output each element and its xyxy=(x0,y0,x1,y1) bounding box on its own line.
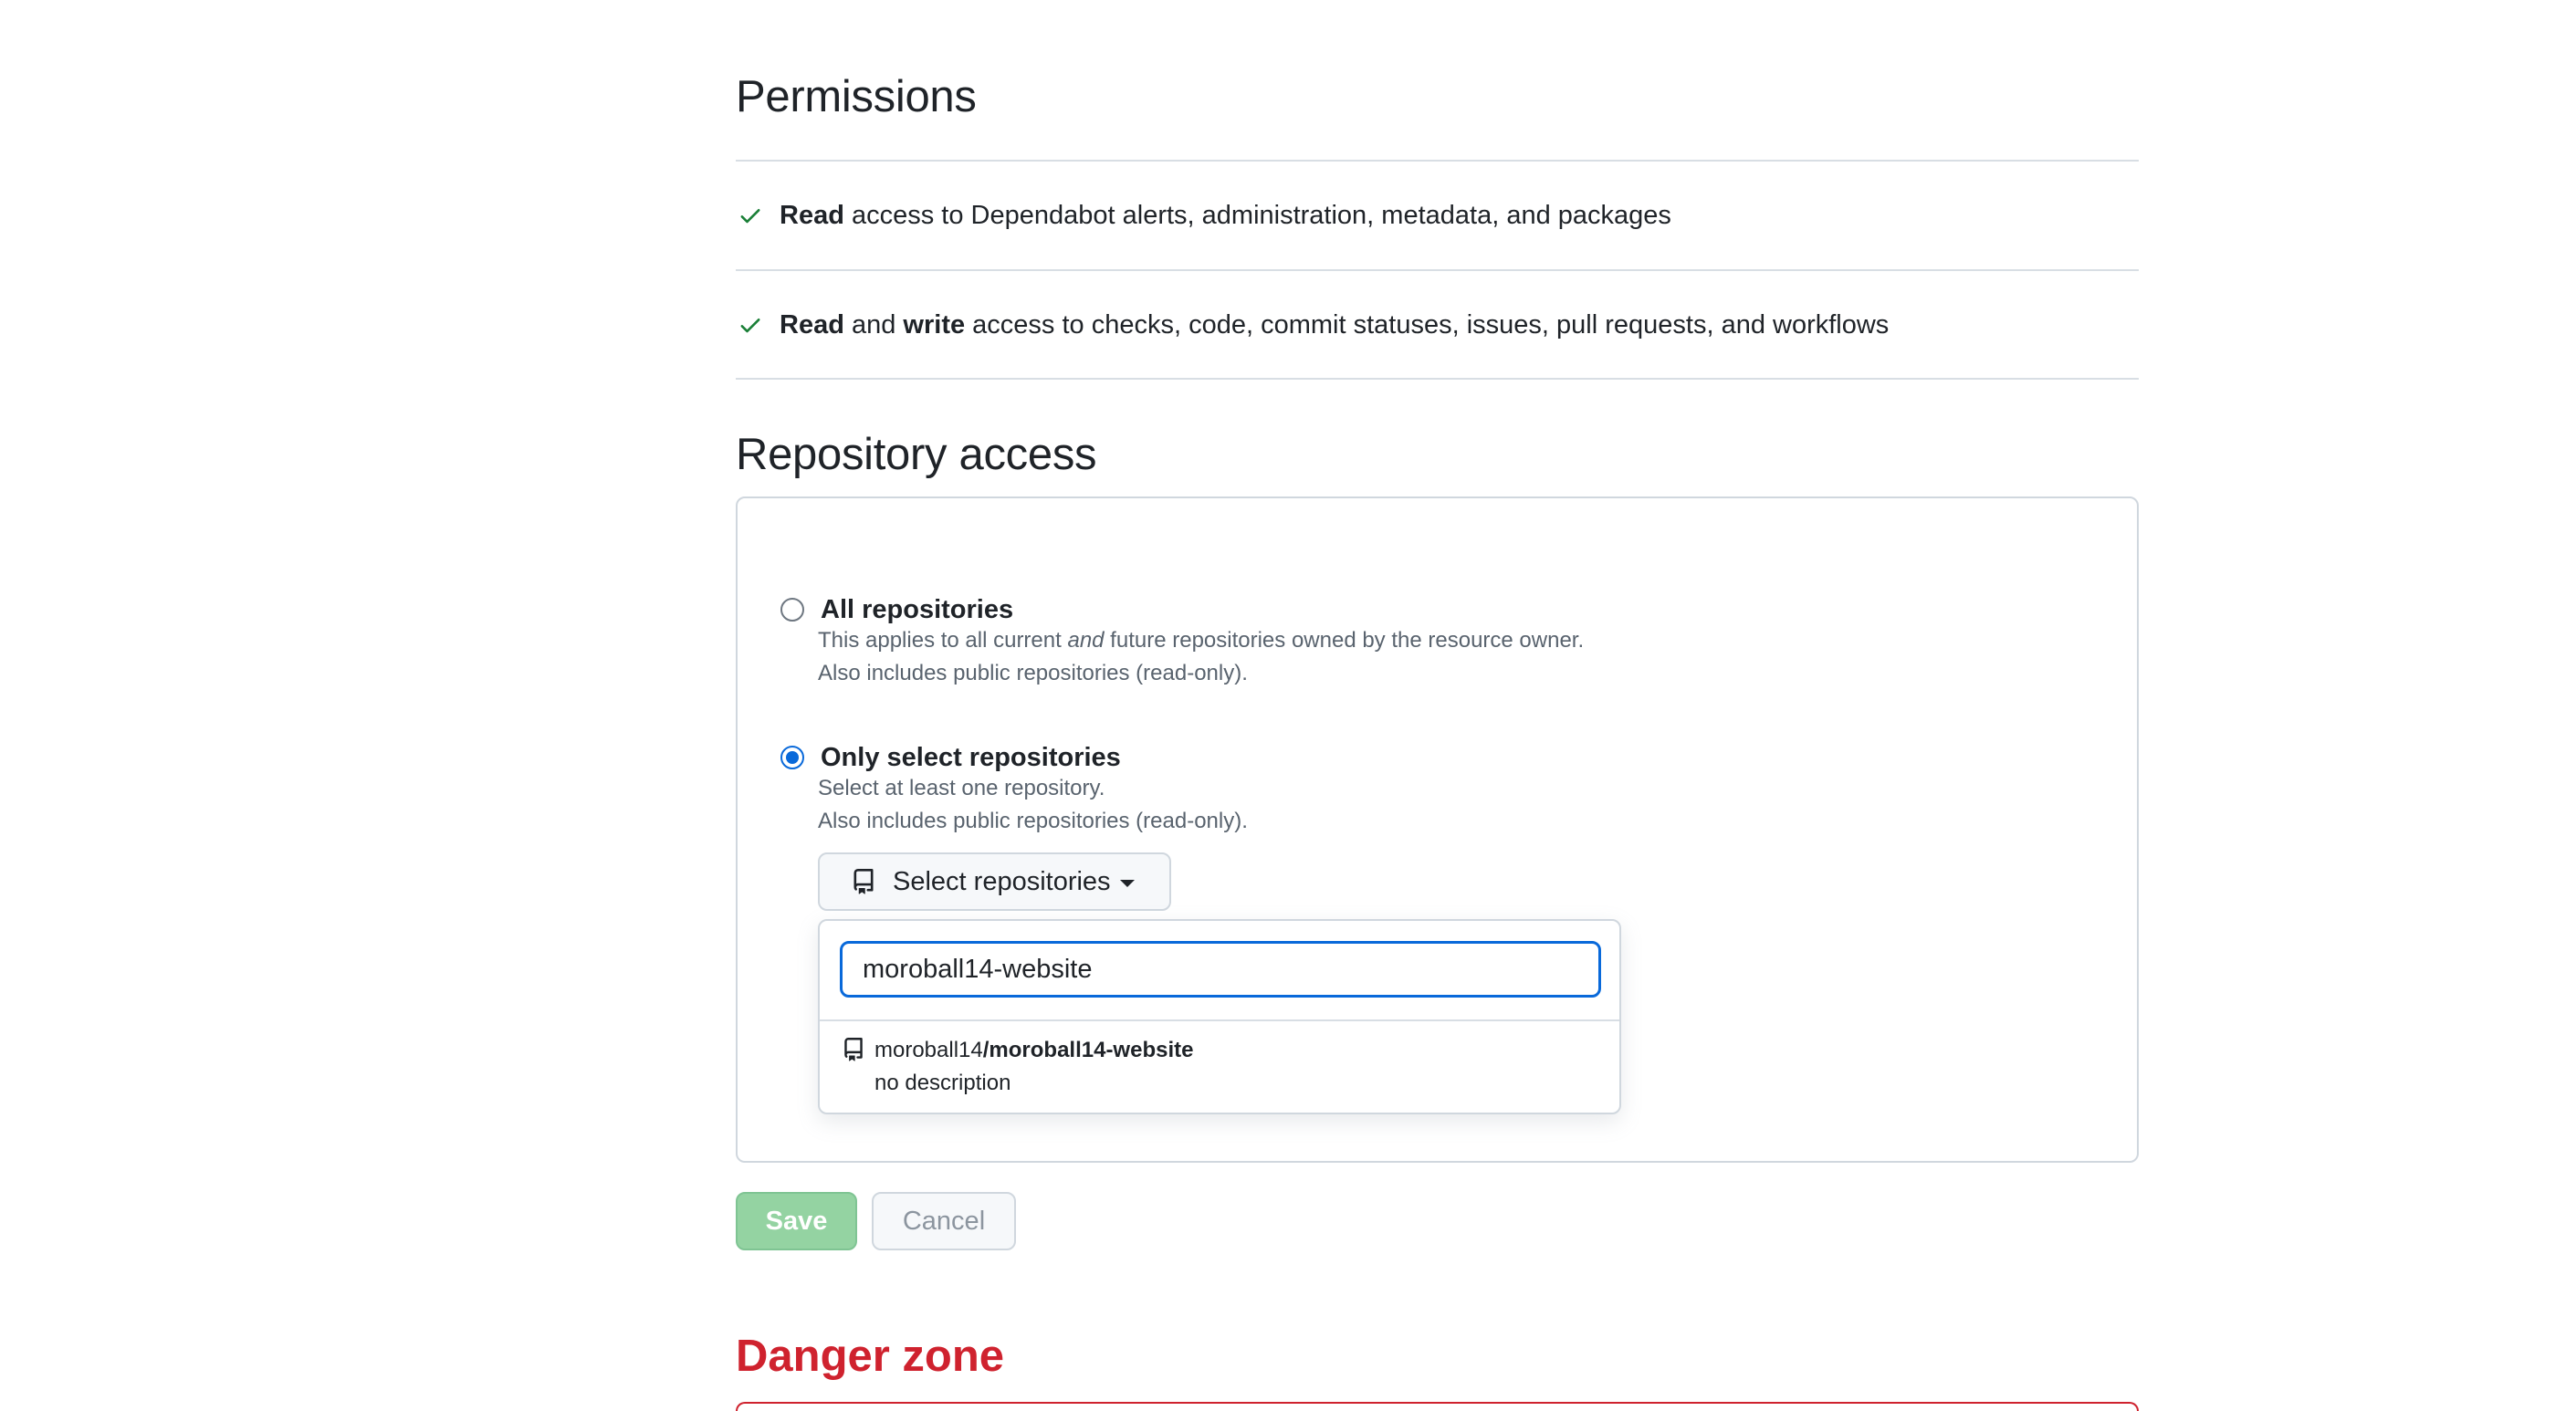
all-repositories-description: This applies to all current and future r… xyxy=(818,628,1585,685)
repository-access-heading: Repository access xyxy=(736,430,1097,479)
cancel-button[interactable]: Cancel xyxy=(872,1192,1016,1250)
permission-text: Read access to Dependabot alerts, admini… xyxy=(780,200,1671,230)
radio-all-repositories-input[interactable] xyxy=(780,598,804,622)
permission-row-read: Read access to Dependabot alerts, admini… xyxy=(736,166,2139,265)
dropdown-divider xyxy=(820,1019,1619,1021)
repository-result-description: no description xyxy=(874,1071,1011,1095)
radio-all-repositories-label: All repositories xyxy=(821,595,1014,624)
danger-zone-box xyxy=(736,1402,2139,1411)
permissions-box-bottom xyxy=(736,378,2139,380)
repository-result-item[interactable]: moroball14/moroball14-website no descrip… xyxy=(842,1034,1193,1100)
repo-icon xyxy=(842,1038,865,1100)
check-icon xyxy=(736,310,765,340)
select-repositories-button[interactable]: Select repositories xyxy=(818,852,1171,911)
check-icon xyxy=(736,201,765,230)
page: Permissions Read access to Dependabot al… xyxy=(0,0,2576,1411)
danger-zone-heading: Danger zone xyxy=(736,1332,1005,1381)
permissions-heading: Permissions xyxy=(736,72,977,121)
permission-row-divider xyxy=(736,269,2139,271)
permissions-divider xyxy=(736,160,2139,162)
repository-result-name: moroball14/moroball14-website xyxy=(874,1038,1194,1062)
permission-row-read-write: Read and write access to checks, code, c… xyxy=(736,276,2139,374)
radio-all-repositories[interactable]: All repositories xyxy=(780,592,1013,627)
caret-down-icon xyxy=(1119,880,1135,887)
repo-icon xyxy=(851,869,876,894)
repository-picker-dropdown: moroball14/moroball14-website no descrip… xyxy=(818,919,1621,1114)
save-button[interactable]: Save xyxy=(736,1192,857,1250)
permission-text: Read and write access to checks, code, c… xyxy=(780,309,1890,340)
repository-search-input[interactable] xyxy=(840,941,1601,998)
select-repositories-label: Select repositories xyxy=(893,866,1111,896)
only-select-description: Select at least one repository. Also inc… xyxy=(818,776,1248,833)
radio-only-select-repositories[interactable]: Only select repositories xyxy=(780,740,1121,775)
radio-only-select-input[interactable] xyxy=(780,746,804,769)
radio-only-select-label: Only select repositories xyxy=(821,743,1121,772)
